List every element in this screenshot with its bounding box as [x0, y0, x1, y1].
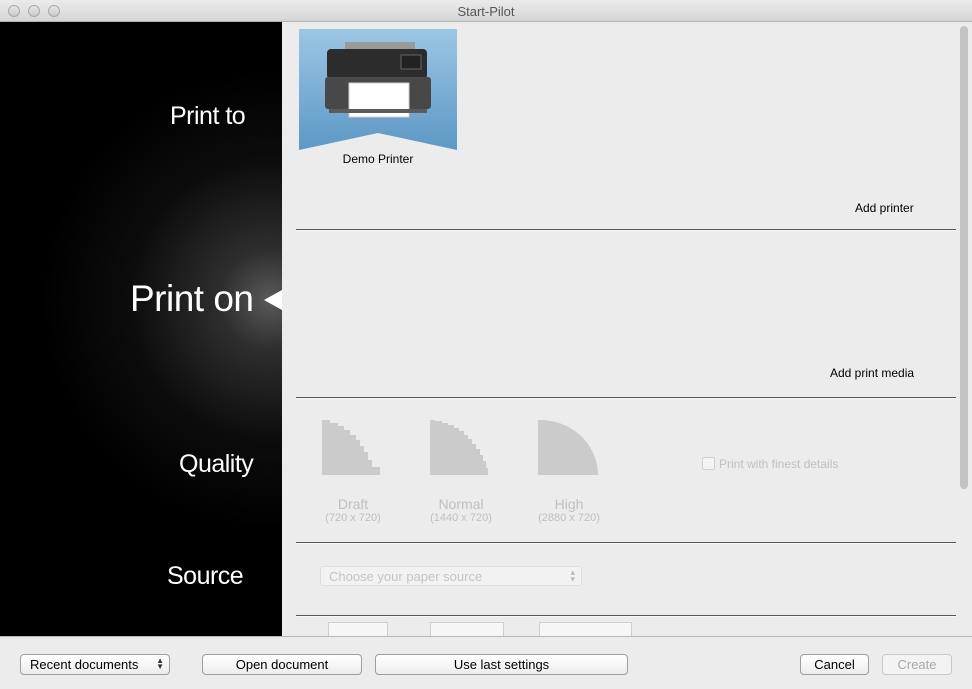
- checkbox-icon[interactable]: [702, 457, 715, 470]
- section-divider: [296, 397, 956, 399]
- sidebar-item-source[interactable]: Source: [167, 562, 244, 591]
- section-divider: [296, 229, 956, 231]
- scrollbar-thumb[interactable]: [960, 26, 968, 489]
- select-arrows-icon: ▴ ▾: [570, 567, 575, 584]
- popup-arrows-icon: ▲ ▼: [156, 656, 164, 671]
- draft-quality-icon[interactable]: [322, 420, 384, 475]
- printer-tile[interactable]: [299, 29, 457, 150]
- open-document-button[interactable]: Open document: [202, 654, 362, 675]
- create-button[interactable]: Create: [882, 654, 952, 675]
- draft-resolution: (720 x 720): [325, 512, 381, 524]
- high-label: High: [554, 496, 584, 512]
- paper-source-select[interactable]: Choose your paper source ▴ ▾: [320, 566, 582, 586]
- high-resolution: (2880 x 720): [538, 512, 600, 524]
- printer-icon: [299, 29, 457, 150]
- add-printer-link[interactable]: Add printer: [855, 201, 914, 215]
- high-quality-icon[interactable]: [538, 420, 600, 475]
- paper-source-placeholder: Choose your paper source: [329, 569, 483, 584]
- cancel-button[interactable]: Cancel: [800, 654, 869, 675]
- footer-bar: Recent documents ▲ ▼ Open document Use la…: [0, 636, 972, 689]
- sidebar-item-print-on[interactable]: Print on: [130, 278, 254, 320]
- use-last-settings-button[interactable]: Use last settings: [375, 654, 628, 675]
- window-title: Start-Pilot: [457, 4, 515, 19]
- settings-panel: Demo Printer Add printer Add print media…: [284, 22, 972, 642]
- window-titlebar: Start-Pilot: [0, 0, 972, 22]
- section-divider: [296, 542, 956, 544]
- section-divider: [296, 615, 956, 617]
- add-print-media-link[interactable]: Add print media: [830, 366, 914, 380]
- sidebar-item-print-to[interactable]: Print to: [170, 102, 246, 131]
- recent-documents-label: Recent documents: [30, 657, 139, 672]
- recent-documents-popup[interactable]: Recent documents ▲ ▼: [20, 654, 170, 675]
- finest-details-label: Print with finest details: [719, 457, 839, 471]
- printer-name: Demo Printer: [342, 152, 414, 166]
- step-sidebar: Print to Print on Quality Source: [0, 22, 282, 636]
- active-step-pointer-icon: [264, 290, 282, 310]
- normal-quality-icon[interactable]: [430, 420, 492, 475]
- draft-label: Draft: [337, 496, 369, 512]
- sidebar-item-quality[interactable]: Quality: [179, 450, 254, 479]
- normal-label: Normal: [438, 496, 484, 512]
- normal-resolution: (1440 x 720): [430, 512, 492, 524]
- vertical-scrollbar[interactable]: [960, 26, 969, 632]
- finest-details-checkbox[interactable]: Print with finest details: [702, 457, 838, 471]
